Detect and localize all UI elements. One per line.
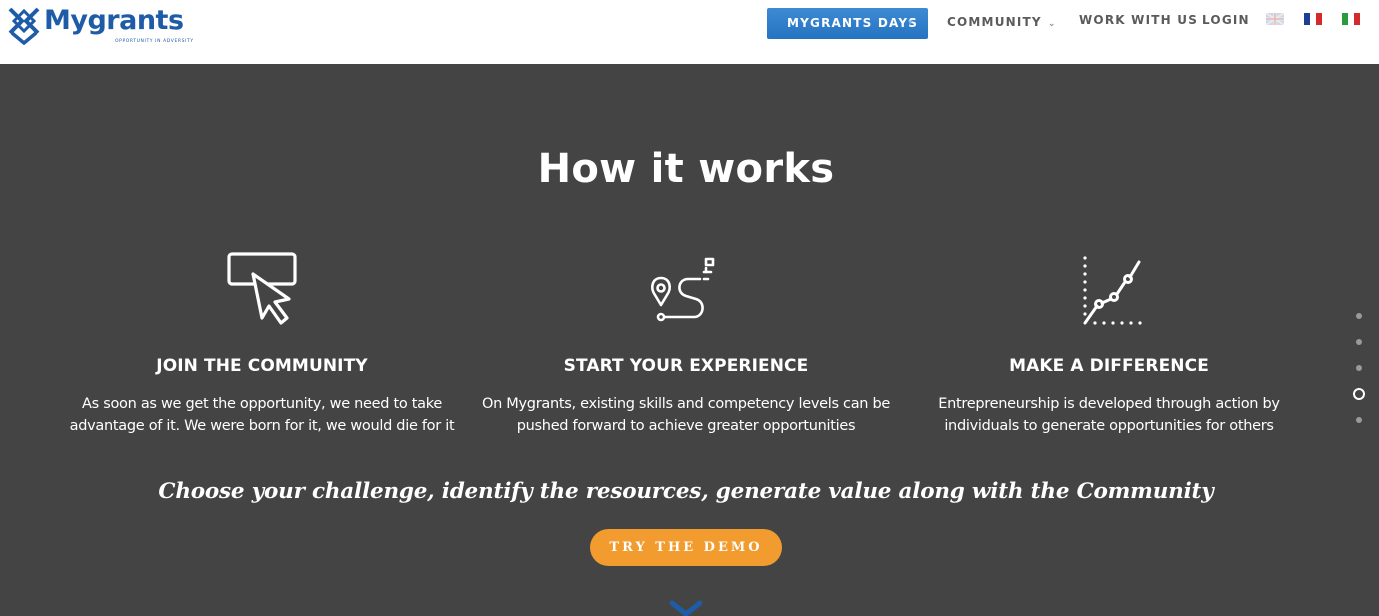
try-demo-button[interactable]: TRY THE DEMO	[590, 529, 782, 566]
feature-title: JOIN THE COMMUNITY	[156, 356, 368, 376]
feature-description: Entrepreneurship is developed through ac…	[938, 396, 1280, 434]
cursor-click-icon	[227, 252, 297, 325]
main-nav: MYGRANTS DAYS ▾ COMMUNITY ⌄ WORK WITH US …	[0, 0, 1379, 64]
fr-flag-icon[interactable]	[1304, 13, 1322, 25]
growth-chart-icon	[1083, 256, 1142, 325]
nav-community[interactable]: COMMUNITY ⌄	[947, 15, 1057, 29]
section-dots-nav	[1350, 308, 1368, 428]
section-dot-1[interactable]	[1356, 313, 1362, 319]
feature-description: On Mygrants, existing skills and compete…	[481, 396, 891, 434]
chevron-down-icon: ▾	[908, 18, 914, 28]
feature-title: START YOUR EXPERIENCE	[563, 356, 809, 376]
nav-login[interactable]: LOGIN	[1202, 13, 1250, 27]
mygrants-days-label: MYGRANTS DAYS	[787, 16, 919, 30]
it-flag-icon[interactable]	[1342, 13, 1360, 25]
site-header: Mygrants OPPORTUNITY IN ADVERSITY MYGRAN…	[0, 0, 1379, 64]
section-dot-4-active[interactable]	[1353, 388, 1365, 400]
tagline: Choose your challenge, identify the reso…	[158, 479, 1214, 504]
route-pin-icon	[651, 257, 715, 322]
feature-description: As soon as we get the opportunity, we ne…	[69, 396, 455, 434]
section-dot-5[interactable]	[1356, 417, 1362, 423]
chevron-down-icon[interactable]	[670, 600, 702, 616]
mygrants-days-button[interactable]: MYGRANTS DAYS ▾	[767, 8, 928, 39]
section-dot-3[interactable]	[1356, 365, 1362, 371]
nav-work-with-us[interactable]: WORK WITH US	[1079, 13, 1198, 27]
chevron-down-icon: ⌄	[1047, 19, 1057, 29]
en-flag-icon[interactable]	[1266, 13, 1284, 25]
section-title: How it works	[537, 146, 835, 192]
nav-community-label: COMMUNITY	[947, 15, 1042, 29]
feature-title: MAKE A DIFFERENCE	[1009, 356, 1209, 376]
section-dot-2[interactable]	[1356, 339, 1362, 345]
